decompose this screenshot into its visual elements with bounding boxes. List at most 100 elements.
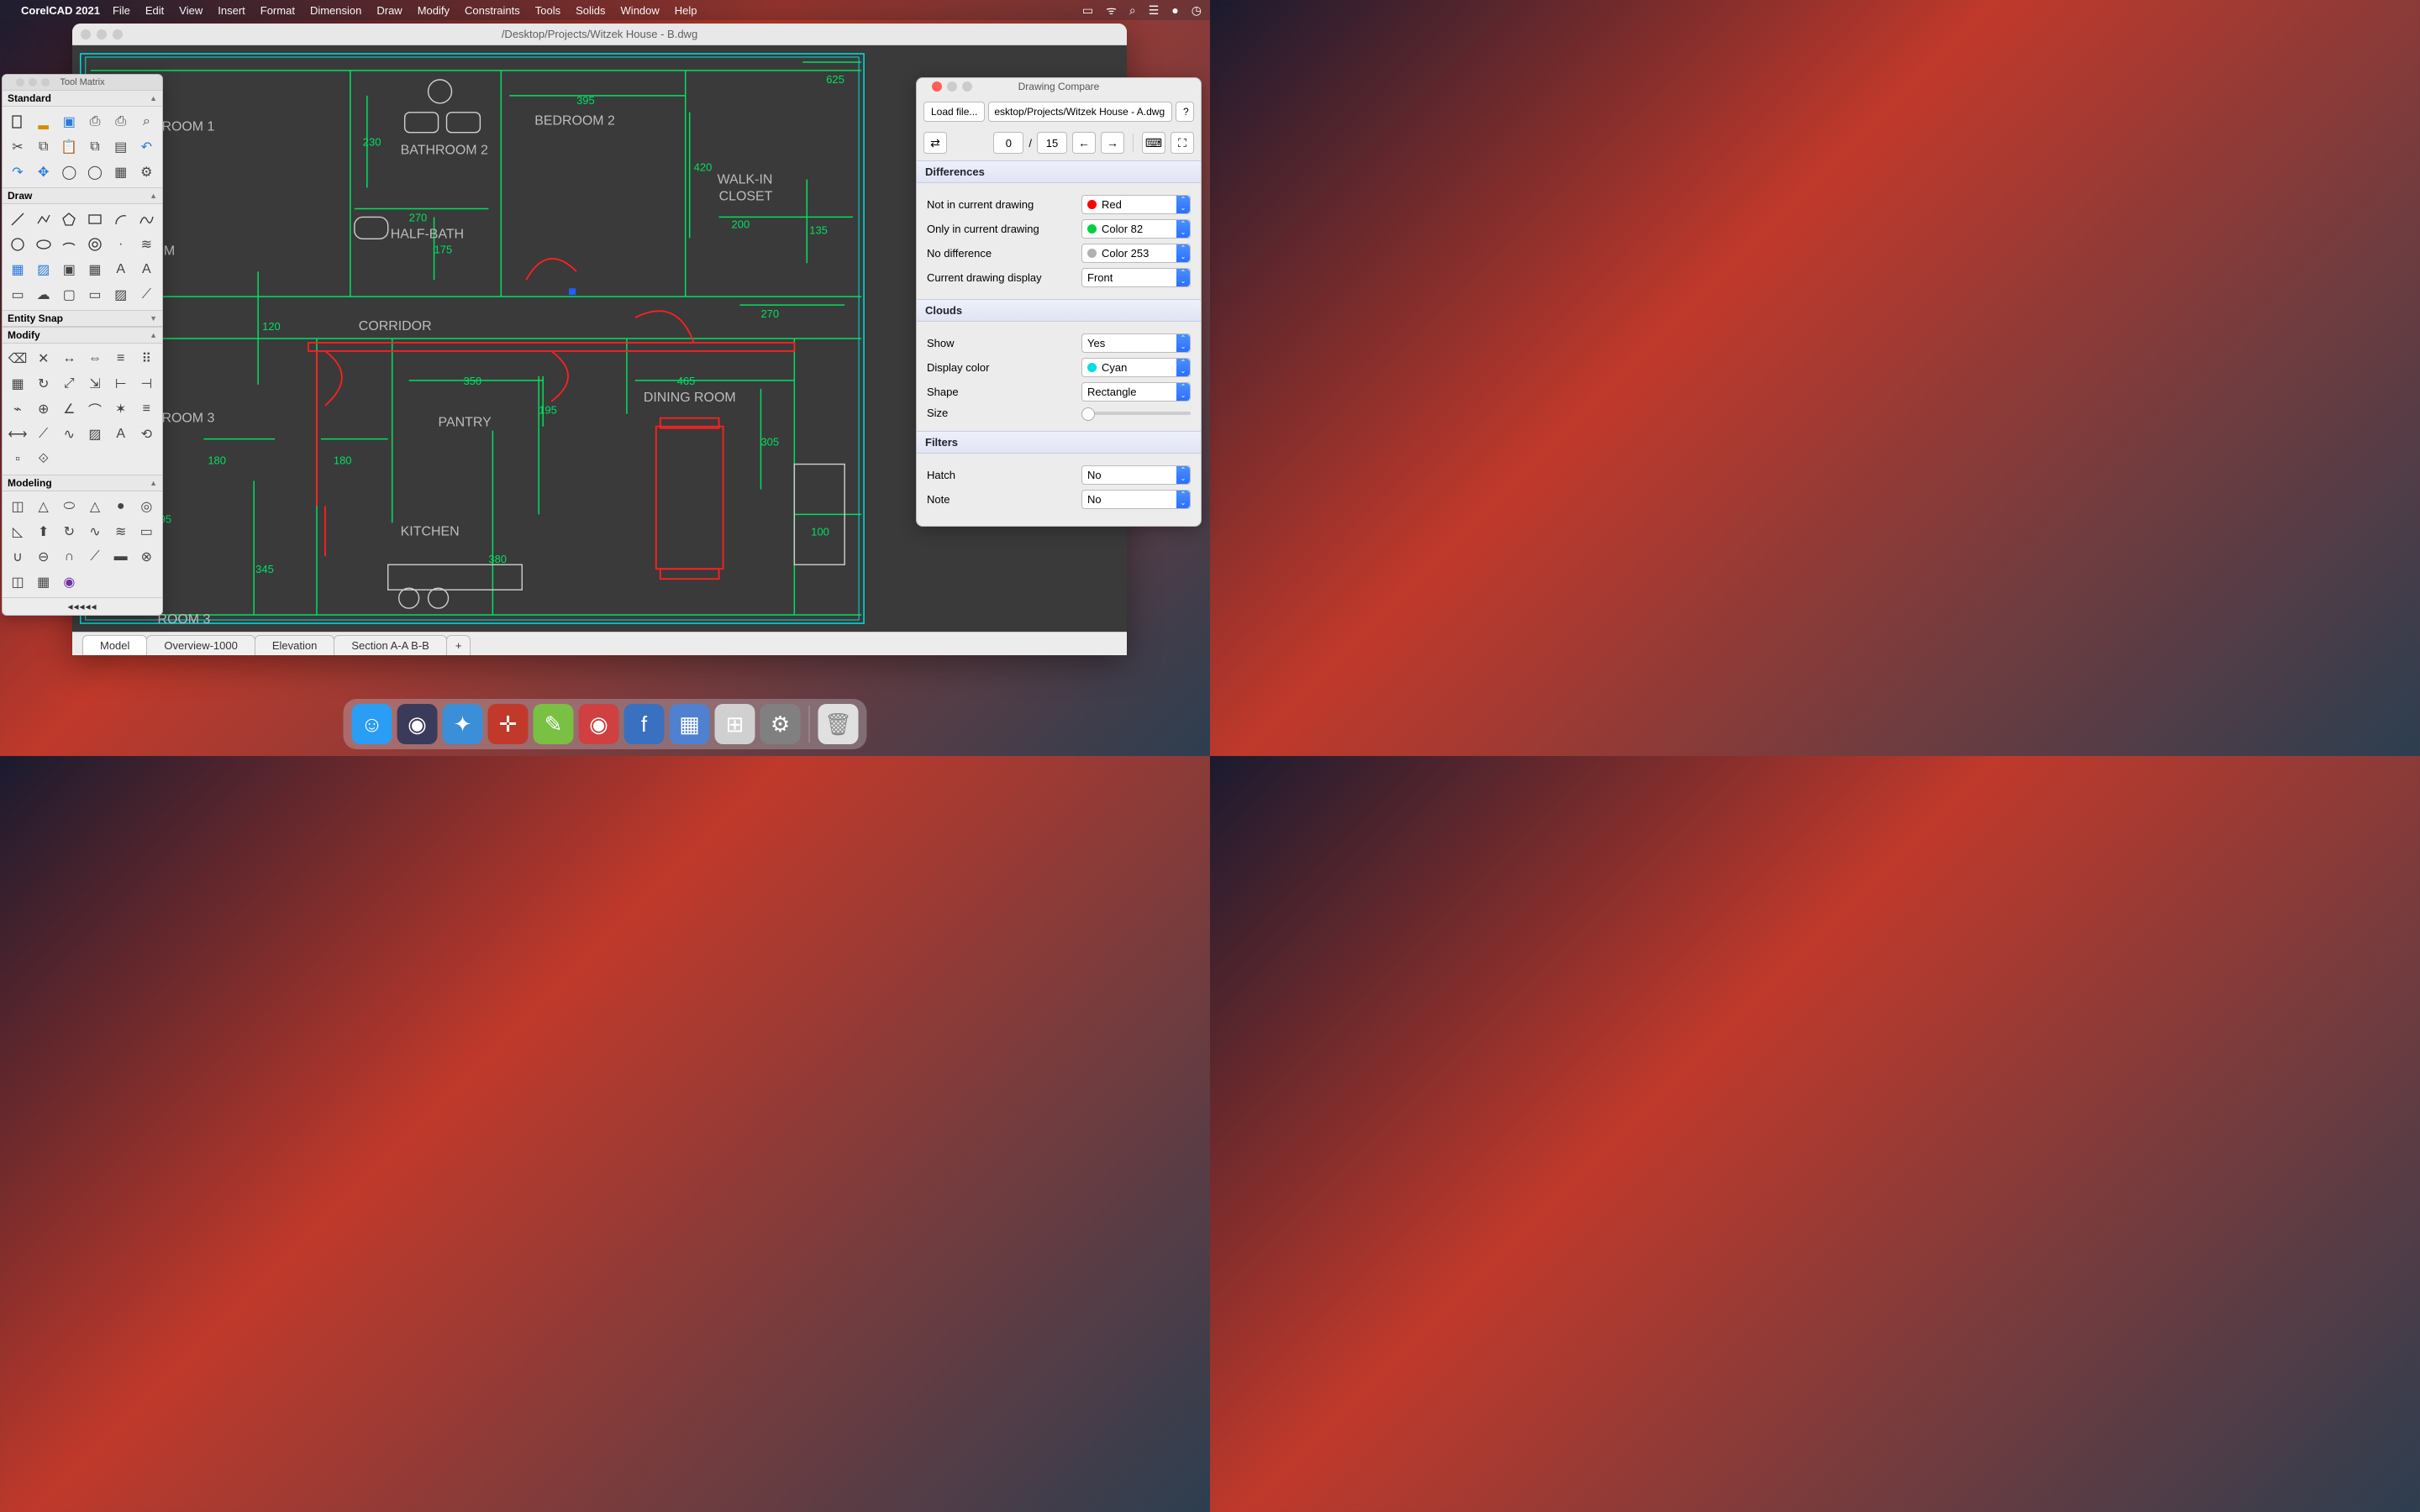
menu-view[interactable]: View bbox=[179, 4, 203, 17]
dock-app8-icon[interactable]: ▦ bbox=[670, 704, 710, 744]
dock-settings-icon[interactable]: ⚙ bbox=[760, 704, 801, 744]
boundary-icon[interactable]: ▭ bbox=[84, 284, 106, 306]
ring-icon[interactable] bbox=[84, 234, 106, 255]
cut-icon[interactable]: ✂ bbox=[7, 136, 29, 158]
nav-current[interactable]: 0 bbox=[993, 132, 1023, 154]
mesh-icon[interactable]: ▦ bbox=[33, 571, 55, 593]
wifi-icon[interactable]: ᯤ bbox=[1106, 3, 1117, 18]
interfere-icon[interactable]: ⊗ bbox=[135, 546, 157, 568]
grips-icon[interactable]: ▫ bbox=[7, 449, 29, 470]
menu-solids[interactable]: Solids bbox=[576, 4, 605, 17]
extrude-icon[interactable]: ⬆ bbox=[33, 521, 55, 543]
tab-section[interactable]: Section A-A B-B bbox=[334, 635, 447, 655]
pan-icon[interactable]: ✥ bbox=[33, 161, 55, 183]
find-icon[interactable]: ⌕ bbox=[135, 111, 157, 133]
wedge-icon[interactable]: ◺ bbox=[7, 521, 29, 543]
menu-edit[interactable]: Edit bbox=[145, 4, 164, 17]
print-icon[interactable]: ⎙ bbox=[84, 111, 106, 133]
sweep-icon[interactable]: ∿ bbox=[84, 521, 106, 543]
delete-icon[interactable]: ✕ bbox=[33, 348, 55, 370]
loft-icon[interactable]: ≋ bbox=[110, 521, 132, 543]
print-preview-icon[interactable]: ⎙ bbox=[110, 111, 132, 133]
open-icon[interactable]: ▂ bbox=[33, 111, 55, 133]
slice-icon[interactable]: ⟋ bbox=[84, 546, 106, 568]
dock-launchpad-icon[interactable]: ⊞ bbox=[715, 704, 755, 744]
dock-trash-icon[interactable]: 🗑 bbox=[818, 704, 859, 744]
undo-icon[interactable]: ↶ bbox=[135, 136, 157, 158]
pyramid-icon[interactable]: △ bbox=[84, 496, 106, 517]
spline-icon[interactable] bbox=[135, 208, 157, 230]
menu-window[interactable]: Window bbox=[621, 4, 660, 17]
user-icon[interactable]: ● bbox=[1171, 3, 1178, 17]
nav-keyboard-icon[interactable]: ⌨ bbox=[1142, 132, 1165, 154]
diff-not-in-select[interactable]: Red bbox=[1081, 195, 1191, 214]
dock-siri-icon[interactable]: ◉ bbox=[397, 704, 438, 744]
chamfer-icon[interactable]: ∠ bbox=[58, 398, 80, 420]
dock-finder-icon[interactable]: ☺ bbox=[352, 704, 392, 744]
rectangle-icon[interactable] bbox=[84, 208, 106, 230]
diff-display-select[interactable]: Front bbox=[1081, 268, 1191, 287]
copy-icon[interactable]: ⧉ bbox=[33, 136, 55, 158]
menu-insert[interactable]: Insert bbox=[218, 4, 245, 17]
menu-constraints[interactable]: Constraints bbox=[465, 4, 520, 17]
mtext-icon[interactable]: A bbox=[135, 259, 157, 281]
menu-tools[interactable]: Tools bbox=[535, 4, 560, 17]
menu-format[interactable]: Format bbox=[260, 4, 295, 17]
tool-matrix-panel[interactable]: Tool Matrix Standard▲ ▂ ▣ ⎙ ⎙ ⌕ ✂ ⧉ 📋 ⧉ … bbox=[2, 74, 163, 616]
section-icon[interactable]: ▬ bbox=[110, 546, 132, 568]
menu-help[interactable]: Help bbox=[675, 4, 697, 17]
table-icon[interactable]: ▦ bbox=[84, 259, 106, 281]
zoom-extents-icon[interactable]: ◯ bbox=[58, 161, 80, 183]
align-icon[interactable]: ≡ bbox=[135, 398, 157, 420]
union-icon[interactable]: ∪ bbox=[7, 546, 29, 568]
mask-icon[interactable]: ▢ bbox=[58, 284, 80, 306]
helix-icon[interactable]: ≋ bbox=[135, 234, 157, 255]
tab-elevation[interactable]: Elevation bbox=[255, 635, 334, 655]
point-icon[interactable]: · bbox=[110, 234, 132, 255]
clock-icon[interactable]: ◷ bbox=[1192, 3, 1202, 18]
spotlight-icon[interactable]: ⌕ bbox=[1129, 3, 1136, 18]
edit-text-icon[interactable]: A bbox=[110, 423, 132, 445]
battery-icon[interactable]: ▭ bbox=[1082, 3, 1093, 18]
clouds-color-select[interactable]: Cyan bbox=[1081, 358, 1191, 377]
compare-path[interactable]: esktop/Projects/Witzek House - A.dwg bbox=[988, 102, 1172, 122]
torus-icon[interactable]: ◎ bbox=[135, 496, 157, 517]
revolve-icon[interactable]: ↻ bbox=[58, 521, 80, 543]
subtract-icon[interactable]: ⊖ bbox=[33, 546, 55, 568]
dock-safari-icon[interactable]: ✦ bbox=[443, 704, 483, 744]
3d-icon[interactable]: ◫ bbox=[7, 571, 29, 593]
tab-overview[interactable]: Overview-1000 bbox=[146, 635, 255, 655]
wipeout-icon[interactable]: ▨ bbox=[110, 284, 132, 306]
tm-section-modeling[interactable]: Modeling▲ bbox=[3, 475, 162, 491]
rotate-icon[interactable]: ↻ bbox=[33, 373, 55, 395]
render-icon[interactable]: ◉ bbox=[58, 571, 80, 593]
nav-prev-button[interactable]: ← bbox=[1072, 132, 1096, 154]
filters-hatch-select[interactable]: No bbox=[1081, 465, 1191, 485]
polygon-icon[interactable] bbox=[58, 208, 80, 230]
sphere-icon[interactable]: ● bbox=[110, 496, 132, 517]
save-icon[interactable]: ▣ bbox=[58, 111, 80, 133]
cylinder-icon[interactable]: ⬭ bbox=[58, 496, 80, 517]
zoom-icon[interactable]: ◯ bbox=[84, 161, 106, 183]
ellipse-arc-icon[interactable] bbox=[58, 234, 80, 255]
stretch-icon[interactable]: ⇲ bbox=[84, 373, 106, 395]
explode-icon[interactable]: ✶ bbox=[110, 398, 132, 420]
hatch-icon[interactable]: ▦ bbox=[7, 259, 29, 281]
help-button[interactable]: ? bbox=[1176, 102, 1194, 122]
arc-icon[interactable] bbox=[110, 208, 132, 230]
layers-icon[interactable]: ▦ bbox=[110, 161, 132, 183]
compare-toggle-icon[interactable]: ⇄ bbox=[923, 132, 947, 154]
control-center-icon[interactable]: ☰ bbox=[1149, 3, 1160, 18]
cloud-icon[interactable]: ☁ bbox=[33, 284, 55, 306]
cone-icon[interactable]: △ bbox=[33, 496, 55, 517]
edit-hatch-icon[interactable]: ▨ bbox=[84, 423, 106, 445]
dock-corelcad-icon[interactable]: ✛ bbox=[488, 704, 529, 744]
trim-icon[interactable]: ⊢ bbox=[110, 373, 132, 395]
drawing-compare-panel[interactable]: Drawing Compare Load file... esktop/Proj… bbox=[916, 77, 1202, 527]
menu-modify[interactable]: Modify bbox=[418, 4, 450, 17]
dock-app6-icon[interactable]: ◉ bbox=[579, 704, 619, 744]
dock-app5-icon[interactable]: ✎ bbox=[534, 704, 574, 744]
diff-none-select[interactable]: Color 253 bbox=[1081, 244, 1191, 263]
pattern-icon[interactable]: ⠿ bbox=[135, 348, 157, 370]
tm-footer[interactable]: ◂◂◂◂◂ bbox=[3, 597, 162, 615]
